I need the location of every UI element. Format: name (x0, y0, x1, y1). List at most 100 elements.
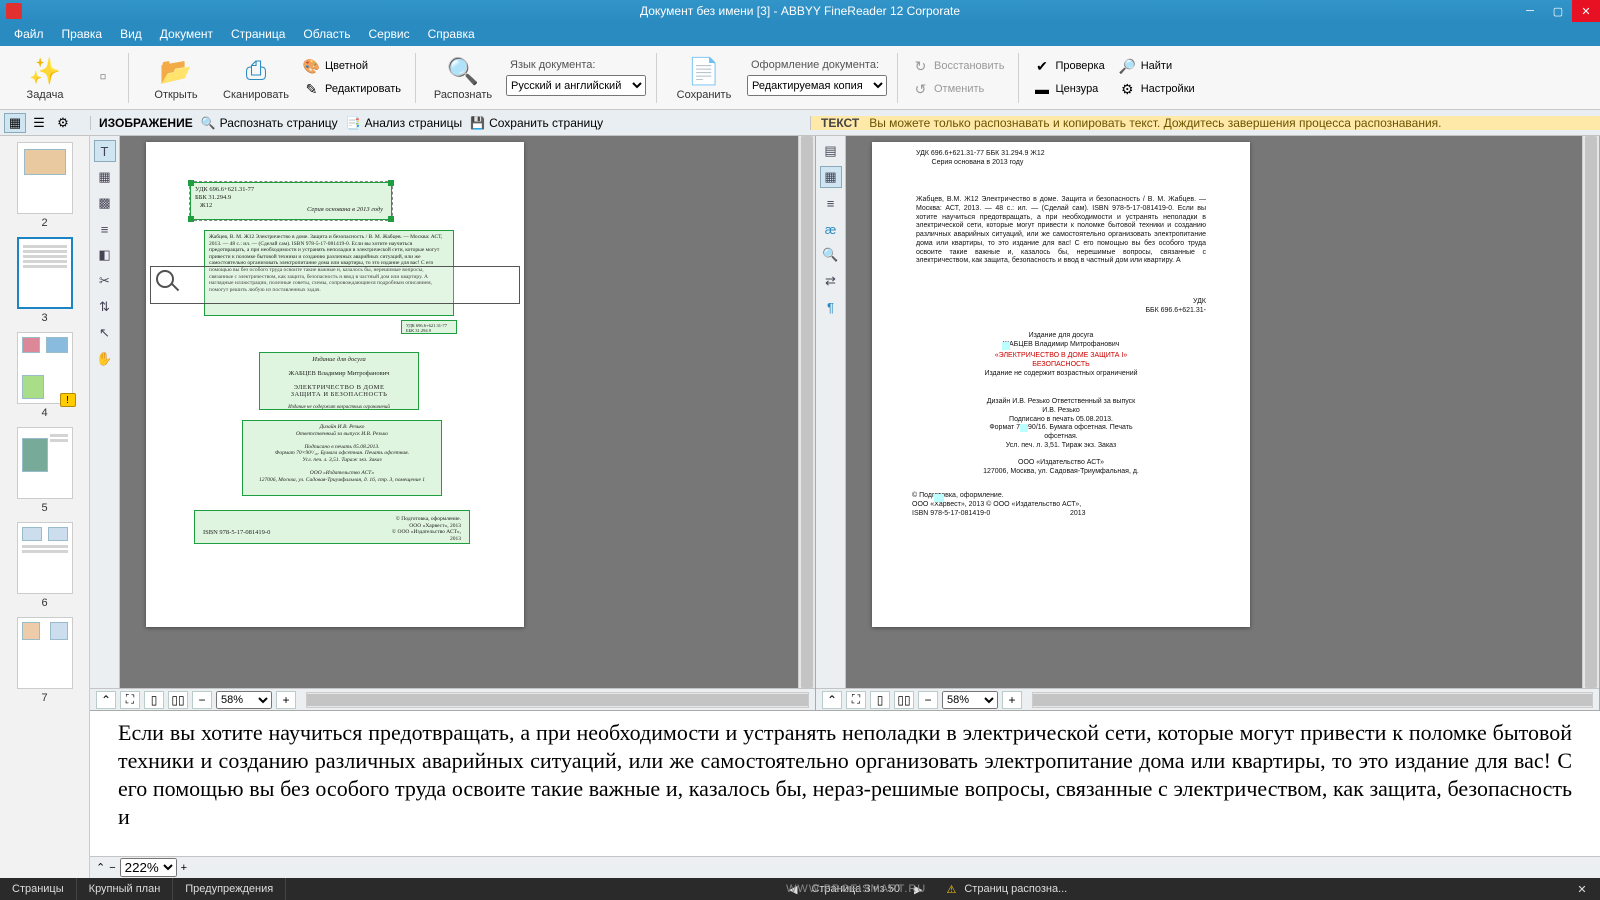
zoom-in-button[interactable]: + (181, 862, 187, 874)
menu-document[interactable]: Документ (152, 24, 221, 44)
save-page-button[interactable]: 💾 Сохранить страницу (470, 116, 603, 130)
ocr-icon: 🔍 (445, 54, 481, 88)
hand-tool[interactable]: ✋ (94, 348, 116, 370)
undo-button[interactable]: ↺ Отменить (908, 80, 1008, 99)
view-details-button[interactable]: ☰ (28, 113, 50, 133)
find-button[interactable]: 🔎 Найти (1115, 57, 1199, 76)
fit-width-button[interactable]: ▯ (144, 691, 164, 709)
text-pilcrow-tool[interactable]: ¶ (820, 296, 842, 318)
zoom-in-button[interactable]: + (276, 691, 296, 709)
pointer-tool[interactable]: ↖ (94, 322, 116, 344)
censor-button[interactable]: ▬ Цензура (1029, 80, 1108, 99)
menu-file[interactable]: Файл (6, 24, 52, 44)
color-mode-button[interactable]: 🎨 Цветной (299, 57, 405, 76)
thumb-page-6[interactable]: 6 (17, 522, 73, 609)
thumb-page-5[interactable]: 5 (17, 427, 73, 514)
recognize-label: Распознать (434, 89, 492, 101)
status-close-button[interactable]: ✕ (1574, 881, 1590, 897)
menu-edit[interactable]: Правка (54, 24, 111, 44)
fit-width-button[interactable]: ▯ (870, 691, 890, 709)
settings-button[interactable]: ⚙ Настройки (1115, 80, 1199, 99)
recognize-page-button[interactable]: 🔍 Распознать страницу (201, 116, 338, 130)
expand-up-icon[interactable]: ⌃ (96, 691, 116, 709)
text-view-1[interactable]: ▤ (820, 140, 842, 162)
barcode-zone-tool[interactable]: ≡ (94, 218, 116, 240)
table-zone-tool[interactable]: ▦ (94, 166, 116, 188)
vscroll-text[interactable] (1582, 136, 1599, 688)
uncertain-mark (934, 494, 944, 502)
view-settings-button[interactable]: ⚙ (52, 113, 74, 133)
zoom-out-button[interactable]: − (109, 862, 115, 874)
zoom-in-button[interactable]: + (1002, 691, 1022, 709)
sub-toolbar: ▦ ☰ ⚙ ИЗОБРАЖЕНИЕ 🔍 Распознать страницу … (0, 110, 1600, 136)
menu-area[interactable]: Область (295, 24, 358, 44)
eraser-tool[interactable]: ✂ (94, 270, 116, 292)
hscroll-image[interactable] (306, 692, 809, 708)
edit-image-button[interactable]: ✎ Редактировать (299, 80, 405, 99)
scan-label: Сканировать (223, 89, 289, 101)
image-pane: T ▦ ▩ ≡ ◧ ✂ ⇅ ↖ ✋ УДК (90, 136, 816, 710)
picture-zone-tool[interactable]: ▩ (94, 192, 116, 214)
thumb-page-7[interactable]: 7 (17, 617, 73, 704)
text-zone-tool[interactable]: T (94, 140, 116, 162)
fit-page-button[interactable]: ⛶ (846, 691, 866, 709)
text-find-tool[interactable]: 🔍 (820, 244, 842, 266)
two-page-button[interactable]: ▯▯ (168, 691, 188, 709)
scan-button[interactable]: ⎙ Сканировать (219, 54, 293, 101)
text-replace-tool[interactable]: ⇄ (820, 270, 842, 292)
hscroll-text[interactable] (1032, 692, 1593, 708)
menu-page[interactable]: Страница (223, 24, 293, 44)
save-button[interactable]: 📄 Сохранить (667, 54, 741, 101)
zoom-text-select[interactable]: 58% (942, 691, 998, 709)
text-pane: ▤ ▦ ≡ æ 🔍 ⇄ ¶ УДК 696.6+621.31-77 ББК 31… (816, 136, 1600, 710)
page-icon: ▫ (85, 61, 121, 95)
thumb-page-2[interactable]: 2 (17, 142, 73, 229)
text-view-3[interactable]: ≡ (820, 192, 842, 214)
palette-icon: 🎨 (303, 58, 320, 75)
workarea: 2 3 ! 4 5 (0, 136, 1600, 878)
zoom-out-button[interactable]: − (918, 691, 938, 709)
check-button[interactable]: ✔ Проверка (1029, 57, 1108, 76)
thumb-page-4[interactable]: ! 4 (17, 332, 73, 419)
open-button[interactable]: 📂 Открыть (139, 54, 213, 101)
uncertain-mark (1002, 342, 1010, 350)
layout-select[interactable]: Редактируемая копия (747, 75, 887, 96)
status-tab-closeup[interactable]: Крупный план (77, 878, 174, 900)
menu-service[interactable]: Сервис (361, 24, 418, 44)
undo-icon: ↺ (912, 81, 929, 98)
background-zone-tool[interactable]: ◧ (94, 244, 116, 266)
two-page-button[interactable]: ▯▯ (894, 691, 914, 709)
text-canvas[interactable]: УДК 696.6+621.31-77 ББК 31.294.9 Ж12 Сер… (846, 136, 1599, 688)
status-tab-warnings[interactable]: Предупреждения (173, 878, 286, 900)
restore-button[interactable]: ↻ Восстановить (908, 57, 1008, 76)
expand-up-icon[interactable]: ⌃ (822, 691, 842, 709)
status-warn-msg: Страниц распозна... (964, 883, 1067, 895)
text-mark-tool[interactable]: æ (820, 218, 842, 240)
text-view-2[interactable]: ▦ (820, 166, 842, 188)
image-zoombar: ⌃ ⛶ ▯ ▯▯ − 58% + (90, 688, 815, 710)
vscroll-image[interactable] (798, 136, 815, 688)
analyze-icon: 📑 (346, 116, 361, 130)
order-tool[interactable]: ⇅ (94, 296, 116, 318)
gear-icon: ⚙ (1119, 81, 1136, 98)
image-canvas[interactable]: УДК 696.6+621.31-77 ББК 31.294.9 Ж12 Сер… (120, 136, 815, 688)
zoom-closeup-select[interactable]: 222% (120, 858, 177, 877)
menu-help[interactable]: Справка (420, 24, 483, 44)
task-button[interactable]: ✨ Задача (8, 54, 82, 101)
language-select[interactable]: Русский и английский (506, 75, 646, 96)
menu-view[interactable]: Вид (112, 24, 150, 44)
thumb-page-3[interactable]: 3 (17, 237, 73, 324)
save-label: Сохранить (677, 89, 732, 101)
zoom-out-button[interactable]: − (192, 691, 212, 709)
status-tab-pages[interactable]: Страницы (0, 878, 77, 900)
expand-up-icon[interactable]: ⌃ (96, 861, 105, 874)
task-new[interactable]: ▫ (88, 61, 118, 95)
recognize-button[interactable]: 🔍 Распознать (426, 54, 500, 101)
fit-page-button[interactable]: ⛶ (120, 691, 140, 709)
view-thumbnails-button[interactable]: ▦ (4, 113, 26, 133)
titlebar: Документ без имени [3] - ABBYY FineReade… (0, 0, 1600, 22)
analyze-page-button[interactable]: 📑 Анализ страницы (346, 116, 462, 130)
edit-label: Редактировать (325, 83, 401, 95)
undo-label: Отменить (934, 83, 984, 95)
zoom-image-select[interactable]: 58% (216, 691, 272, 709)
